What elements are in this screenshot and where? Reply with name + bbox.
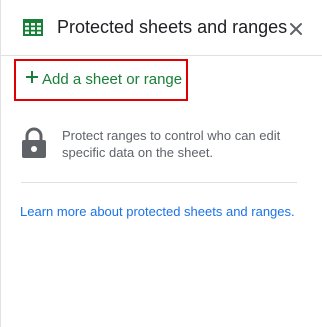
close-button[interactable] bbox=[284, 17, 308, 41]
divider bbox=[21, 182, 297, 183]
panel-title: Protected sheets and ranges bbox=[57, 17, 288, 37]
learn-more-link[interactable]: Learn more about protected sheets and ra… bbox=[20, 204, 295, 220]
protect-info: Protect ranges to control who can edit s… bbox=[1, 124, 322, 164]
protect-info-text: Protect ranges to control who can edit s… bbox=[62, 128, 281, 160]
close-icon bbox=[290, 23, 302, 35]
sheets-grid-icon bbox=[23, 19, 43, 36]
panel-header: Protected sheets and ranges bbox=[1, 0, 322, 56]
protected-ranges-panel: Protected sheets and ranges Add a sheet … bbox=[0, 0, 322, 327]
plus-icon bbox=[25, 70, 39, 84]
lock-icon bbox=[21, 127, 47, 159]
add-sheet-or-range-button[interactable]: Add a sheet or range bbox=[14, 59, 188, 101]
add-sheet-or-range-label: Add a sheet or range bbox=[42, 71, 183, 88]
